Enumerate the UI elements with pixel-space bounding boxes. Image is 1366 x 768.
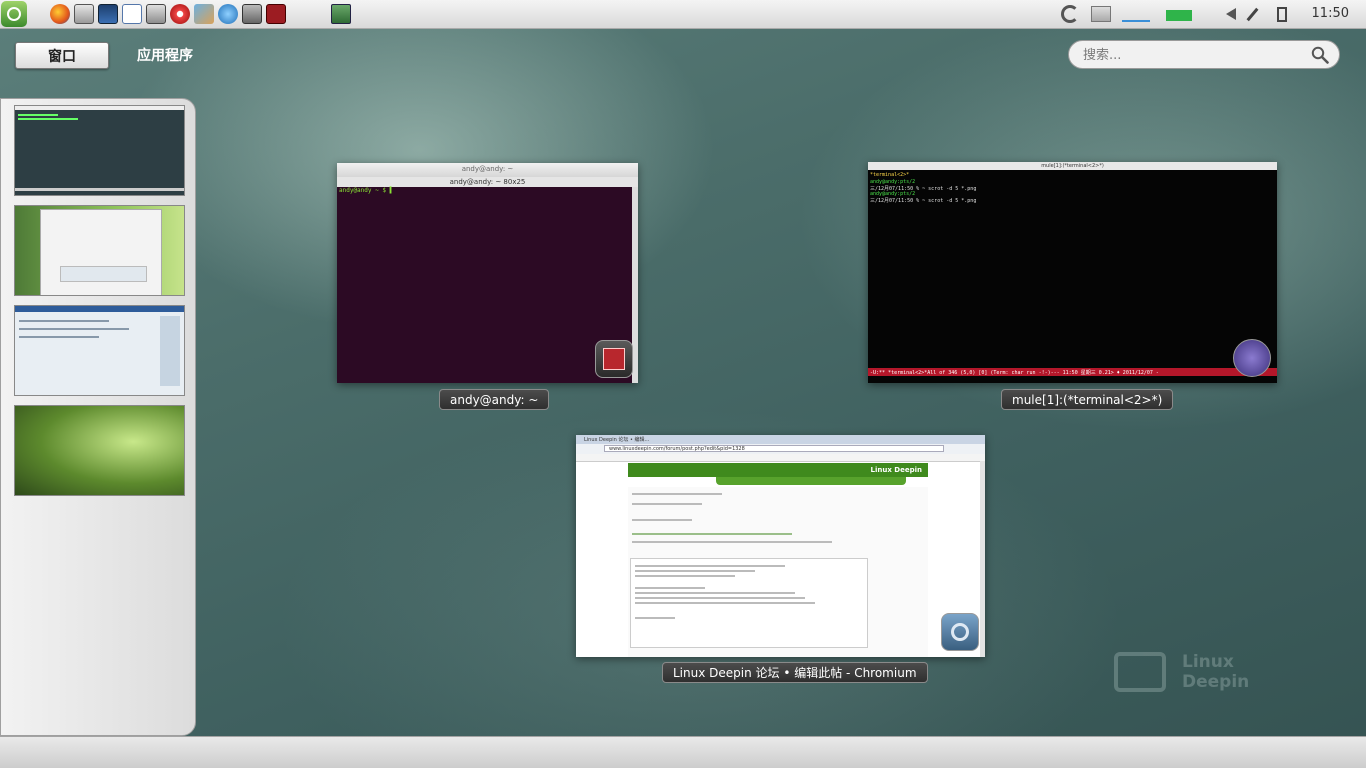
search-icon[interactable] [1311,46,1329,64]
battery-icon[interactable] [1277,7,1287,22]
monitor-icon[interactable] [146,4,166,24]
search-input[interactable] [1083,46,1303,64]
volume-icon[interactable] [1226,8,1236,20]
paint-icon[interactable] [194,4,214,24]
window-title: mule[1]:(*terminal<2>*) [1041,163,1104,169]
workspace-thumbnail-4[interactable] [14,405,185,496]
text-editor-icon[interactable] [122,4,142,24]
file-manager-icon[interactable] [74,4,94,24]
workspace-thumbnail-3[interactable] [14,305,185,396]
deepin-icon[interactable] [218,4,238,24]
tab-windows[interactable]: 窗口 [15,42,109,69]
workspace-thumbnail-2[interactable] [14,205,185,296]
address-bar: www.linuxdeepin.com/forum/post.php?edit&… [609,446,745,452]
scrollbar [980,461,985,657]
bookmarks-bar [576,454,985,462]
watermark-text: Linux Deepin [1182,652,1250,692]
top-panel: 11:50 [0,0,1366,29]
terminal-line: 三/12月07/11:50 % ~ scrot -d 5 *.png [870,198,977,204]
chromium-app-icon [941,613,979,651]
system-tray: 11:50 [1056,0,1366,28]
media-player-icon[interactable] [170,4,190,24]
taskbar [50,4,286,24]
system-monitor-icon[interactable] [331,4,351,24]
browser-tab: Linux Deepin 论坛 • 编辑... [584,437,650,443]
emacs-modeline: -U:** *terminal<2>*All of 346 (5,0) [0] … [868,368,1277,376]
terminal-app-icon [595,340,633,378]
play-icon[interactable] [242,4,262,24]
image-viewer-icon[interactable] [98,4,118,24]
clock[interactable]: 11:50 [1312,6,1349,21]
keyboard-icon[interactable] [1091,6,1111,22]
post-editor [630,558,868,648]
sync-icon[interactable] [1061,5,1079,23]
tab-applications[interactable]: 应用程序 [137,45,193,65]
emacs-window-preview[interactable]: mule[1]:(*terminal<2>*) *terminal<2>* an… [868,162,1277,383]
site-nav: Linux Deepin [628,463,928,477]
workspace-sidebar [0,98,196,736]
battery-meter-icon [1166,10,1192,21]
workspace-thumbnail-1[interactable] [14,105,185,196]
firefox-icon[interactable] [50,4,70,24]
pen-icon[interactable] [1246,7,1259,22]
emacs-app-icon [1233,339,1271,377]
window-title: andy@andy: ~ [461,165,514,173]
site-subnav [716,477,906,485]
chromium-window-preview[interactable]: Linux Deepin 论坛 • 编辑... www.linuxdeepin.… [576,435,985,657]
terminal-line: *terminal<2>* [870,172,910,178]
site-logo: Linux Deepin [870,466,922,474]
window-label-chromium[interactable]: Linux Deepin 论坛 • 编辑此帖 - Chromium [662,662,928,683]
terminal-prompt: andy@andy ~ $ ▌ [339,187,394,194]
search-box [1068,40,1340,69]
deepin-logo-icon [1114,652,1166,692]
window-label-emacs[interactable]: mule[1]:(*terminal<2>*) [1001,389,1174,410]
launcher-icon[interactable] [1,1,27,27]
network-graph-icon [1122,8,1150,22]
red-app-icon[interactable] [266,4,286,24]
window-menubar-text: andy@andy: ~ 80x25 [449,178,526,186]
window-label-terminal[interactable]: andy@andy: ~ [439,389,550,410]
bottom-bar [0,736,1366,768]
terminal-window-preview[interactable]: andy@andy: ~ andy@andy: ~ 80x25 andy@and… [337,163,638,383]
